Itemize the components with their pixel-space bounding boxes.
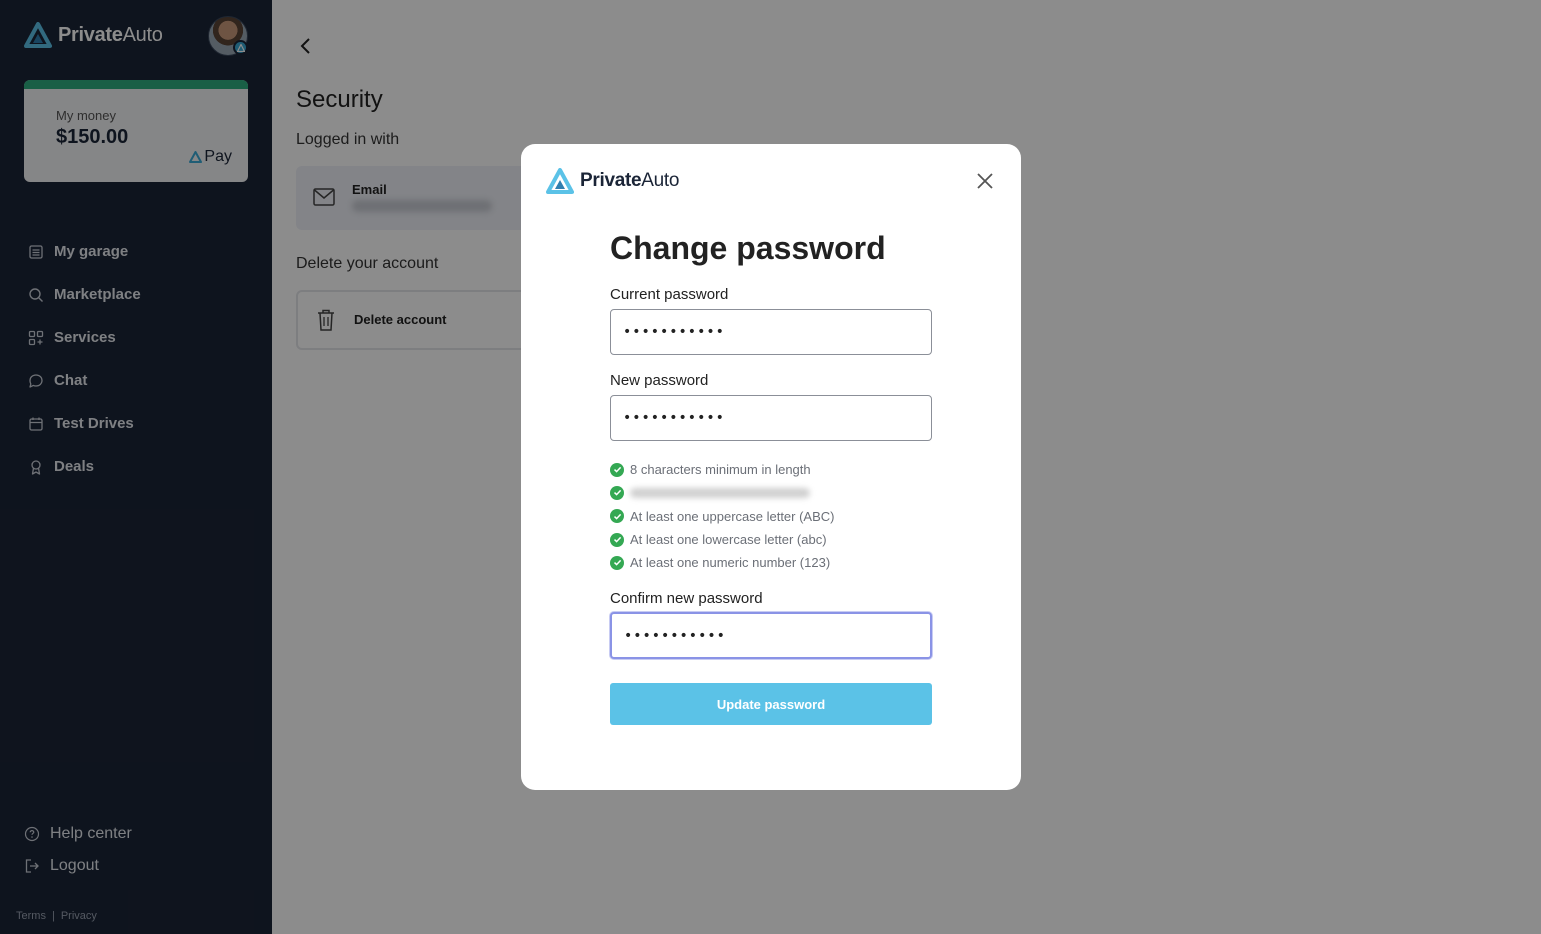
new-password-label: New password: [610, 372, 709, 389]
current-password-label: Current password: [610, 286, 729, 303]
requirement-text-redacted: [630, 487, 810, 498]
close-icon[interactable]: [975, 171, 995, 191]
modal-title: Change password: [610, 230, 886, 266]
requirement-item: At least one numeric number (123): [610, 551, 835, 574]
check-circle-icon: [610, 462, 624, 477]
requirement-text: 8 characters minimum in length: [630, 462, 811, 478]
check-circle-icon: [610, 532, 624, 547]
update-password-button[interactable]: Update password: [610, 683, 932, 725]
requirement-text: At least one numeric number (123): [630, 555, 831, 571]
requirement-text: At least one uppercase letter (ABC): [630, 508, 835, 524]
requirement-text: At least one lowercase letter (abc): [630, 532, 827, 548]
requirement-item: At least one uppercase letter (ABC): [610, 505, 835, 528]
requirement-item: [610, 481, 835, 504]
check-circle-icon: [610, 555, 624, 570]
modal-brand-name: PrivateAuto: [580, 170, 680, 191]
confirm-password-field[interactable]: [610, 612, 932, 659]
requirement-item: 8 characters minimum in length: [610, 458, 835, 481]
change-password-modal: PrivateAuto Change password Current pass…: [521, 144, 1021, 790]
check-circle-icon: [610, 509, 624, 524]
password-requirements: 8 characters minimum in length At least …: [610, 458, 835, 574]
modal-brand-logo: PrivateAuto: [546, 168, 679, 194]
confirm-password-label: Confirm new password: [610, 590, 763, 607]
requirement-item: At least one lowercase letter (abc): [610, 528, 835, 551]
current-password-field[interactable]: [610, 309, 932, 355]
check-circle-icon: [610, 485, 624, 500]
private-auto-logo-icon: [546, 168, 574, 194]
new-password-field[interactable]: [610, 395, 932, 441]
